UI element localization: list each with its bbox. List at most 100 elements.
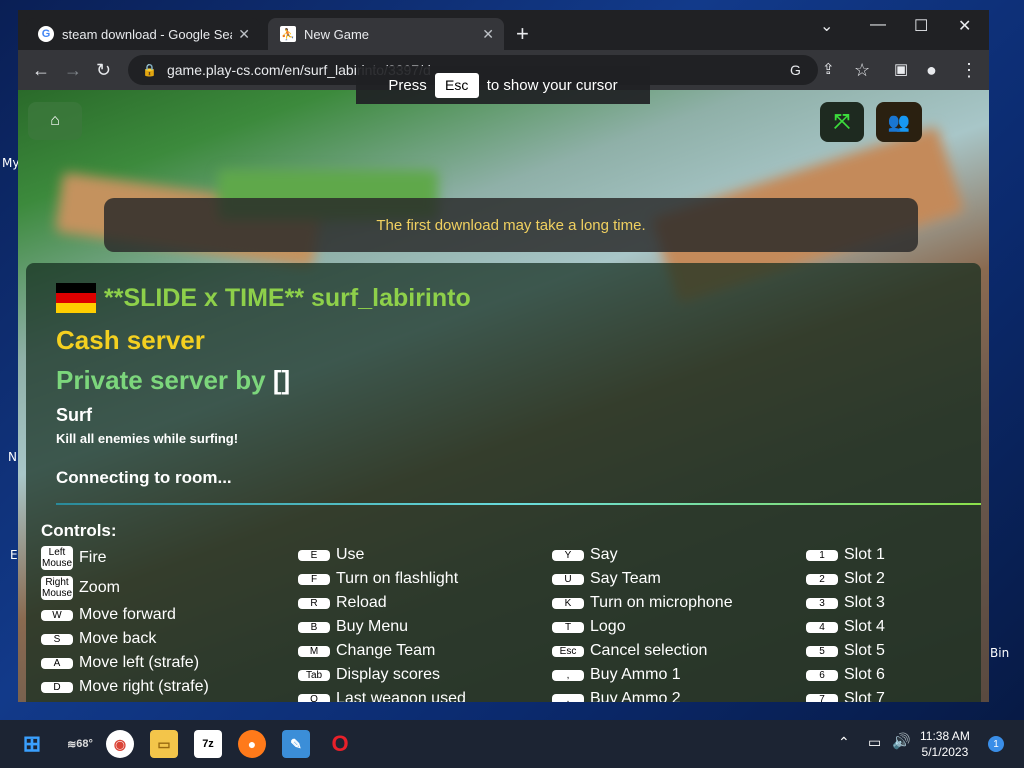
file-explorer-icon[interactable]: ▭ [150,730,178,758]
menu-kebab-icon[interactable]: ⋮ [960,58,978,82]
key-text: 5 [819,645,825,657]
key-badge: B [298,621,330,633]
window-close-icon[interactable]: ✕ [958,16,971,36]
controls-heading: Controls: [41,521,117,540]
google-lens-icon[interactable]: G [790,58,801,82]
players-button[interactable]: 👥 [876,102,922,142]
key-text: Q [310,693,318,703]
maximize-icon[interactable]: ☐ [914,16,928,36]
game-icon: ⛹ [280,26,296,42]
tab-new-game[interactable]: ⛹ New Game ✕ [268,18,504,50]
key-text: A [53,657,61,669]
key-badge: Esc [552,645,584,657]
7zip-icon[interactable]: 7z [194,730,222,758]
control-label: Buy Ammo 1 [590,666,681,683]
control-row: . Buy Ammo 2 [552,687,733,702]
key-badge: Left Mouse [41,546,74,570]
control-row: M Change Team [298,639,466,663]
google-icon: G [38,26,54,42]
key-badge: D [41,681,73,693]
notification-badge[interactable]: 1 [988,736,1004,752]
controls-column: Left Mouse Fire Right Mouse Zoom W Move forward… [41,543,209,699]
network-icon[interactable]: ▭ [868,734,881,751]
new-tab-button[interactable]: + [516,22,529,46]
server-title: **SLIDE x TIME** surf_labirinto [104,283,471,312]
taskbar: ⊞ ≋ 68° ◉ ▭ 7z ● ✎ O ⌃ ▭ 🔊 11:38 AM 5/1/… [0,720,1024,768]
key-text: 2 [819,573,825,585]
divider [56,503,981,505]
key-text: 1 [819,549,825,561]
control-row: 2 Slot 2 [806,567,885,591]
control-row: T Logo [552,615,733,639]
tab-google-search[interactable]: G steam download - Google Search ✕ [26,18,260,50]
start-button[interactable]: ⊞ [18,730,46,758]
connection-status: Connecting to room... [56,468,232,487]
key-text: Tab [305,669,323,681]
game-viewport[interactable]: ⌂ ⤧ 👥 The first download may take a long… [18,90,989,702]
back-icon[interactable]: ← [32,58,50,82]
share-icon[interactable]: ⇪ [822,58,835,82]
key-text: , [566,669,570,681]
reload-icon[interactable]: ↻ [96,58,111,82]
chrome-icon[interactable]: ◉ [106,730,134,758]
private-prefix: Private server by [56,365,266,395]
key-badge: T [552,621,584,633]
key-text: M [309,645,319,657]
key-badge: Right Mouse [41,576,74,600]
esc-key-hint: Esc [434,72,479,98]
banner-text: Press [388,76,427,94]
profile-icon[interactable]: ● [926,58,937,82]
control-label: Slot 6 [844,666,885,683]
controls-column: E Use F Turn on flashlight R Reload B Buy Menu M… [298,543,466,702]
key-badge: Q [298,693,330,703]
control-row: U Say Team [552,567,733,591]
volume-icon[interactable]: 🔊 [892,732,911,750]
tab-title: steam download - Google Search [62,26,232,42]
clock[interactable]: 11:38 AM 5/1/2023 [920,728,970,760]
tab-search-icon[interactable]: ⌄ [820,16,833,36]
close-icon[interactable]: ✕ [482,26,494,43]
control-label: Buy Menu [336,618,409,635]
chevron-up-icon[interactable]: ⌃ [838,734,850,751]
home-button[interactable]: ⌂ [28,102,82,140]
opera-icon[interactable]: O [326,730,354,758]
key-text: Mouse [42,588,73,599]
control-row: 6 Slot 6 [806,663,885,687]
home-icon: ⌂ [50,112,60,129]
game-mode: Surf [56,405,92,425]
private-server-label: Private server by [] [56,365,290,396]
control-label: Move forward [79,606,176,623]
key-text: Y [564,549,572,561]
weather-temp: 68° [76,738,93,750]
control-row: 7 Slot 7 [806,687,885,702]
fullscreen-esc-banner: Press Esc to show your cursor [356,66,650,104]
control-label: Slot 1 [844,546,885,563]
desktop-label: My [2,156,20,170]
key-text: W [52,609,62,621]
key-badge: 1 [806,549,838,561]
key-badge: 4 [806,621,838,633]
control-label: Reload [336,594,387,611]
fullscreen-button[interactable]: ⤧ [820,102,864,142]
bookmark-star-icon[interactable]: ☆ [854,58,870,82]
key-text: U [564,573,572,585]
weather-widget[interactable]: ≋ 68° [62,730,98,758]
control-label: Cancel selection [590,642,708,659]
close-icon[interactable]: ✕ [238,26,250,43]
tab-title: New Game [304,26,370,42]
key-badge: S [41,633,73,645]
key-badge: Y [552,549,584,561]
control-label: Slot 3 [844,594,885,611]
key-text: D [53,681,61,693]
control-row: 4 Slot 4 [806,615,885,639]
key-text: 7 [819,693,825,703]
expand-icon: ⤧ [834,110,850,133]
key-text: . [566,693,570,703]
minimize-icon[interactable]: — [870,16,886,34]
firefox-icon[interactable]: ● [238,730,266,758]
control-row: E Use [298,543,466,567]
key-badge: W [41,609,73,621]
side-panel-icon[interactable]: ▣ [894,58,908,82]
paint-icon[interactable]: ✎ [282,730,310,758]
forward-icon[interactable]: → [64,58,82,82]
